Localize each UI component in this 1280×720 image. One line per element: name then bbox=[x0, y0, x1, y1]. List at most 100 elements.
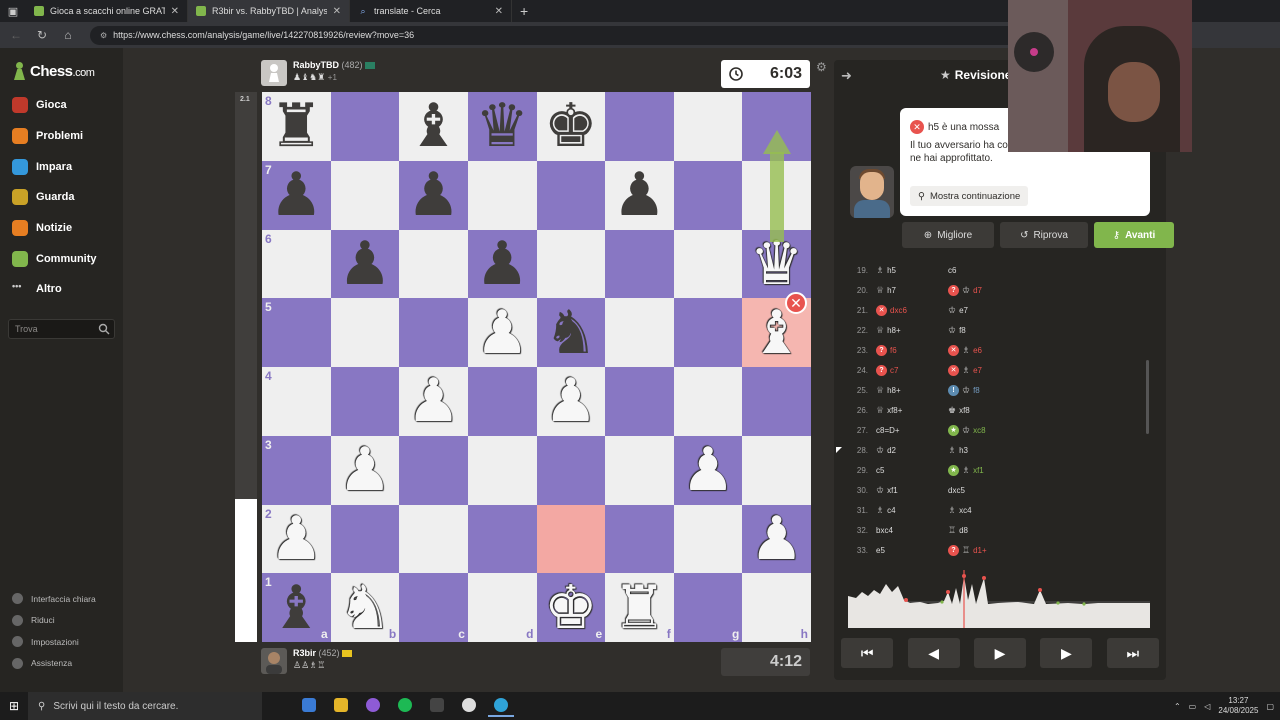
square-e5[interactable]: ♞ bbox=[536, 298, 606, 367]
square-b3[interactable]: ♟ bbox=[330, 435, 400, 505]
volume-icon[interactable]: ◁ bbox=[1204, 702, 1210, 711]
square-c7[interactable]: ♟ bbox=[399, 160, 468, 230]
black-king-icon[interactable]: ♚ bbox=[544, 96, 598, 156]
black-move[interactable]: ? ♖ d1+ bbox=[938, 544, 1028, 556]
site-info-icon[interactable]: ⚙ bbox=[100, 31, 107, 40]
square-d6[interactable]: ♟ bbox=[467, 229, 537, 299]
obs-app-icon[interactable] bbox=[456, 695, 482, 717]
square-b4[interactable] bbox=[330, 367, 400, 436]
retry-button[interactable]: ↺ Riprova bbox=[1000, 222, 1088, 248]
chess-board[interactable]: 8 ♜ ♝ ♛ ♚ 7 ♟ ♟ ♟ 6 ♟ ♟ ♛ 5 ♟ ♞ ♝ 4 ♟ ♟ 3 ♟ ♟ 2 ♟ ♟ 1 a ♝ b ♞ c d e ♚ f ♜ g h bbox=[262, 92, 811, 642]
square-c2[interactable] bbox=[399, 504, 468, 574]
black-move[interactable]: c6 bbox=[938, 266, 1028, 275]
white-move[interactable]: ♕ xf8+ bbox=[872, 405, 938, 416]
taskbar-search-input[interactable]: ⚲ Scrivi qui il testo da cercare. bbox=[28, 692, 262, 720]
black-pawn-icon[interactable]: ♟ bbox=[475, 234, 529, 294]
sidebar-item-problemi[interactable]: Problemi bbox=[0, 121, 123, 152]
black-move[interactable]: ✕ ♗ e7 bbox=[938, 364, 1028, 376]
square-a4[interactable]: 4 bbox=[262, 367, 331, 436]
square-h1[interactable]: h bbox=[742, 573, 811, 642]
black-rook-icon[interactable]: ♜ bbox=[269, 96, 323, 156]
square-c5[interactable] bbox=[399, 298, 468, 367]
square-g1[interactable]: g bbox=[673, 573, 743, 642]
store-app-icon[interactable] bbox=[296, 695, 322, 717]
square-a7[interactable]: 7 ♟ bbox=[262, 160, 331, 230]
black-pawn-icon[interactable]: ♟ bbox=[407, 165, 461, 225]
square-e3[interactable] bbox=[536, 435, 606, 505]
white-pawn-icon[interactable]: ♟ bbox=[475, 303, 529, 363]
square-b6[interactable]: ♟ bbox=[330, 229, 400, 299]
black-queen-icon[interactable]: ♛ bbox=[475, 96, 529, 156]
square-c8[interactable]: ♝ bbox=[399, 92, 468, 161]
square-b7[interactable] bbox=[330, 160, 400, 230]
black-bishop-icon[interactable]: ♝ bbox=[269, 578, 323, 638]
close-tab-icon[interactable]: ✕ bbox=[495, 6, 503, 17]
black-move[interactable]: ♔ e7 bbox=[938, 305, 1028, 316]
black-move[interactable]: ★ ♔ xc8 bbox=[938, 424, 1028, 436]
black-move[interactable]: ♗ h3 bbox=[938, 445, 1028, 456]
white-move[interactable]: ♔ d2 bbox=[872, 445, 938, 456]
square-g8[interactable] bbox=[673, 92, 743, 161]
square-a3[interactable]: 3 bbox=[262, 435, 331, 505]
messenger-app-icon[interactable] bbox=[360, 695, 386, 717]
white-pawn-icon[interactable]: ♟ bbox=[750, 509, 804, 569]
board-settings-icon[interactable]: ⚙ bbox=[816, 60, 827, 74]
tab-analysis[interactable]: R3bir vs. RabbyTBD | Analysis - C ✕ bbox=[188, 0, 350, 22]
spotify-app-icon[interactable] bbox=[392, 695, 418, 717]
sidebar-item-gioca[interactable]: Gioca bbox=[0, 90, 123, 121]
square-d1[interactable]: d bbox=[467, 573, 537, 642]
square-h4[interactable] bbox=[742, 367, 811, 436]
square-e2[interactable] bbox=[536, 504, 606, 574]
search-icon[interactable] bbox=[98, 323, 110, 335]
black-bishop-icon[interactable]: ♝ bbox=[407, 96, 461, 156]
square-f2[interactable] bbox=[605, 504, 674, 574]
home-icon[interactable]: ⌂ bbox=[60, 28, 76, 42]
square-g7[interactable] bbox=[673, 160, 743, 230]
sidebar-item-guarda[interactable]: Guarda bbox=[0, 182, 123, 213]
white-move[interactable]: ♕ h8+ bbox=[872, 325, 938, 336]
white-pawn-icon[interactable]: ♟ bbox=[681, 440, 735, 500]
square-d4[interactable] bbox=[467, 367, 537, 436]
network-icon[interactable]: ▭ bbox=[1189, 702, 1197, 711]
white-move[interactable]: bxc4 bbox=[872, 526, 938, 535]
square-c4[interactable]: ♟ bbox=[399, 367, 468, 436]
best-move-button[interactable]: ⊕ Migliore bbox=[902, 222, 994, 248]
black-move[interactable]: ? ♔ d7 bbox=[938, 284, 1028, 296]
square-a8[interactable]: 8 ♜ bbox=[262, 92, 331, 161]
square-f3[interactable] bbox=[605, 435, 674, 505]
square-g5[interactable] bbox=[673, 298, 743, 367]
square-a2[interactable]: 2 ♟ bbox=[262, 504, 331, 574]
square-d2[interactable] bbox=[467, 504, 537, 574]
white-knight-icon[interactable]: ♞ bbox=[338, 578, 392, 638]
epic-games-app-icon[interactable] bbox=[424, 695, 450, 717]
url-field[interactable]: ⚙ https://www.chess.com/analysis/game/li… bbox=[90, 25, 1020, 45]
square-g2[interactable] bbox=[673, 504, 743, 574]
back-arrow-icon[interactable]: ➜ bbox=[841, 68, 852, 84]
square-b5[interactable] bbox=[330, 298, 400, 367]
sidebar-item-community[interactable]: Community bbox=[0, 243, 123, 274]
black-knight-icon[interactable]: ♞ bbox=[544, 303, 598, 363]
white-move[interactable]: ♔ xf1 bbox=[872, 485, 938, 496]
bottom-player-name[interactable]: R3bir (452) bbox=[293, 648, 353, 658]
white-pawn-icon[interactable]: ♟ bbox=[338, 440, 392, 500]
square-a5[interactable]: 5 bbox=[262, 298, 331, 367]
sidebar-search-input[interactable]: Trova bbox=[8, 318, 115, 339]
sidebar-bottom-settings[interactable]: Impostazioni bbox=[0, 631, 123, 653]
square-g4[interactable] bbox=[673, 367, 743, 436]
black-move[interactable]: ♗ xc4 bbox=[938, 505, 1028, 516]
move-list-scrollbar[interactable] bbox=[1146, 360, 1149, 434]
black-move[interactable]: ★ ♗ xf1 bbox=[938, 464, 1028, 476]
close-tab-icon[interactable]: ✕ bbox=[171, 6, 179, 17]
tray-chevron-icon[interactable]: ⌃ bbox=[1174, 702, 1181, 711]
back-icon[interactable]: ← bbox=[8, 28, 24, 42]
sidebar-item-impara[interactable]: Impara bbox=[0, 151, 123, 182]
white-move[interactable]: ♗ c4 bbox=[872, 505, 938, 516]
white-pawn-icon[interactable]: ♟ bbox=[544, 371, 598, 431]
white-move[interactable]: ♕ h7 bbox=[872, 285, 938, 296]
square-d3[interactable] bbox=[467, 435, 537, 505]
black-move[interactable]: ✕ ♗ e6 bbox=[938, 344, 1028, 356]
black-move[interactable]: ! ♔ f8 bbox=[938, 384, 1028, 396]
square-d5[interactable]: ♟ bbox=[467, 298, 537, 367]
square-h3[interactable] bbox=[742, 435, 811, 505]
square-c3[interactable] bbox=[399, 435, 468, 505]
